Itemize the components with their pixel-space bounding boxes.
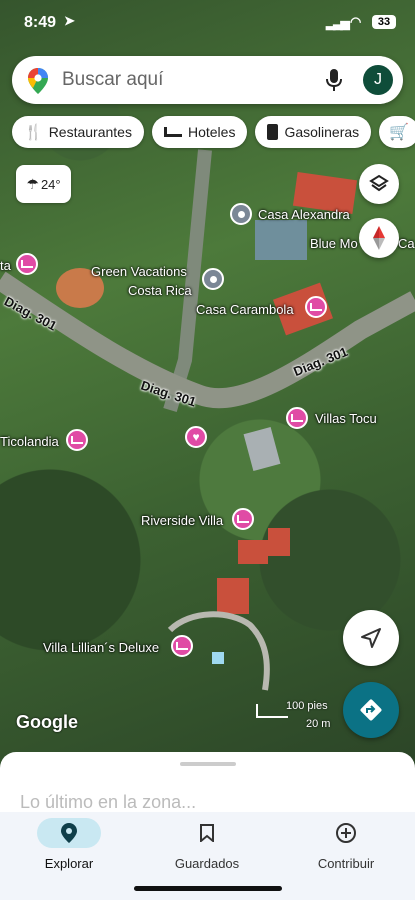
bottom-navigation: Explorar Guardados Contribuir [0, 812, 415, 900]
layers-icon [369, 174, 389, 192]
nav-explorar[interactable]: Explorar [9, 818, 129, 871]
map-scale: 100 pies 20 m [256, 700, 336, 734]
nav-label: Contribuir [317, 856, 375, 871]
place-label-green-vacations[interactable]: Green Vacations [91, 264, 187, 279]
google-logo: Google [16, 712, 78, 732]
place-label-ca[interactable]: Ca [398, 236, 415, 251]
search-input[interactable]: Buscar aquí [62, 69, 325, 91]
chip-hoteles[interactable]: Hoteles [151, 116, 248, 148]
search-bar[interactable]: Buscar aquí J [12, 56, 403, 104]
scale-bar [256, 704, 288, 718]
location-pin-icon [61, 823, 77, 843]
battery-level: 33 [377, 16, 391, 28]
my-location-button[interactable] [343, 610, 399, 666]
chip-gasolineras[interactable]: Gasolineras [255, 116, 372, 148]
place-label-ta[interactable]: ta [0, 258, 11, 273]
signal-icon: ▂▃▅ [326, 16, 350, 30]
place-label-casa-alexandra[interactable]: Casa Alexandra [258, 207, 350, 222]
home-indicator [134, 886, 282, 891]
hotel-pin-villas-tocu[interactable] [286, 407, 308, 429]
layers-button[interactable] [359, 164, 399, 204]
chip-restaurantes[interactable]: 🍴 Restaurantes [12, 116, 144, 148]
compass-icon [373, 226, 385, 250]
hotel-pin-casa-carambola[interactable] [305, 296, 327, 318]
nav-icon-wrap [147, 818, 267, 848]
status-time: 8:49 [24, 14, 57, 31]
avatar-initial: J [374, 71, 382, 88]
weather-temp: 24° [40, 176, 61, 192]
location-arrow-icon: ➤ [64, 13, 75, 28]
microphone-icon[interactable] [325, 68, 345, 92]
sheet-title: Lo último en la zona... [20, 792, 197, 812]
avatar[interactable]: J [363, 65, 393, 95]
place-label-villas-tocu[interactable]: Villas Tocu [315, 411, 377, 426]
hotel-pin-riverside-villa[interactable] [232, 508, 254, 530]
hotel-pin-ticolandia[interactable] [66, 429, 88, 451]
place-label-ticolandia[interactable]: Ticolandia [0, 434, 59, 449]
place-label-villa-lillian[interactable]: Villa Lillian´s Deluxe [43, 640, 159, 655]
add-circle-icon [336, 823, 356, 843]
place-pin-green-vacations[interactable] [202, 268, 224, 290]
heart-icon: ♥ [192, 430, 200, 444]
place-label-blue-mo[interactable]: Blue Mo [310, 236, 358, 251]
battery-icon: 33 [372, 15, 396, 29]
nav-label: Explorar [44, 856, 94, 871]
gas-station-icon [267, 124, 279, 140]
place-label-casa-carambola[interactable]: Casa Carambola [196, 302, 294, 317]
scale-meters: 20 m [306, 718, 331, 730]
sheet-drag-handle[interactable] [180, 762, 236, 766]
weather-badge[interactable]: ☂ 24° [16, 165, 71, 203]
place-label-riverside-villa[interactable]: Riverside Villa [141, 513, 223, 528]
place-label-costa-rica[interactable]: Costa Rica [128, 283, 192, 298]
directions-button[interactable] [343, 682, 399, 738]
compass-button[interactable] [359, 218, 399, 258]
navigation-arrow-icon [361, 628, 381, 648]
place-pin-casa-alexandra[interactable] [230, 203, 252, 225]
fork-knife-icon: 🍴 [24, 124, 43, 141]
chip-label: Gasolineras [284, 124, 360, 140]
directions-icon [360, 699, 382, 721]
nav-active-indicator [37, 818, 101, 848]
nav-guardados[interactable]: Guardados [147, 818, 267, 871]
nav-contribuir[interactable]: Contribuir [286, 818, 406, 871]
chip-label: Restaurantes [48, 124, 132, 140]
wifi-icon: ◠ [350, 14, 362, 29]
nav-icon-wrap [286, 818, 406, 848]
hotel-pin-villa-lillian[interactable] [171, 635, 193, 657]
saved-heart-pin[interactable]: ♥ [185, 426, 207, 448]
bookmark-icon [200, 824, 214, 842]
hotel-pin-ta[interactable] [16, 253, 38, 275]
rain-cloud-icon: ☂ [26, 175, 39, 192]
chip-label: Hoteles [187, 124, 236, 140]
status-bar: 8:49 ➤ ▂▃▅ ◠ 33 [0, 12, 415, 38]
scale-feet: 100 pies [286, 700, 328, 712]
maps-pin-logo-icon [28, 68, 48, 94]
category-chips: 🍴 Restaurantes Hoteles Gasolineras 🛒 [12, 116, 415, 148]
nav-label: Guardados [174, 856, 240, 871]
bed-icon [163, 127, 182, 137]
chip-shopping[interactable]: 🛒 [379, 116, 415, 148]
shopping-cart-icon: 🛒 [389, 124, 410, 141]
